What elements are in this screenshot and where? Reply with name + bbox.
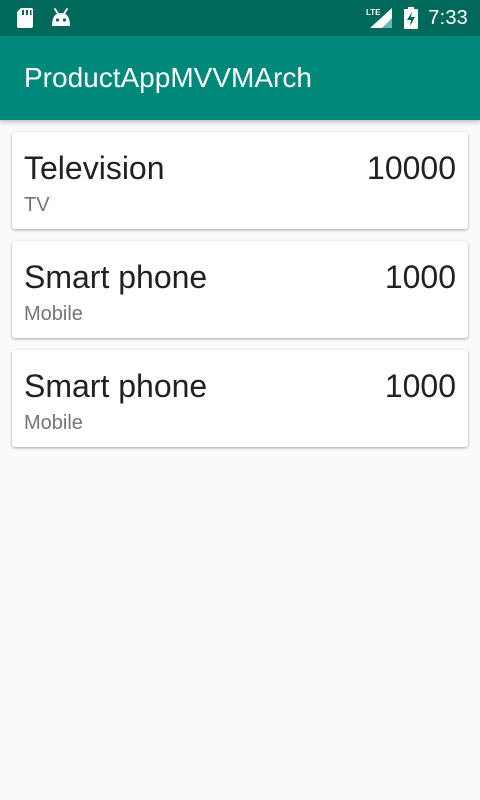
battery-charging-icon (404, 7, 419, 29)
product-price: 1000 (384, 368, 456, 404)
signal-icon: LTE (366, 7, 394, 29)
status-notifications (16, 6, 72, 30)
product-card[interactable]: Television 10000 TV (12, 132, 468, 229)
product-card[interactable]: Smart phone 1000 Mobile (12, 241, 468, 338)
android-debug-icon (50, 8, 72, 28)
product-name: Smart phone (24, 259, 208, 295)
app-bar: ProductAppMVVMArch (0, 36, 480, 120)
product-name: Smart phone (24, 368, 208, 404)
product-category: Mobile (24, 412, 83, 434)
product-list: Television 10000 TV Smart phone 1000 Mob… (12, 132, 468, 459)
product-price: 1000 (384, 259, 456, 295)
status-system-icons: LTE 7:33 (366, 6, 468, 30)
product-card[interactable]: Smart phone 1000 Mobile (12, 350, 468, 447)
network-type-label: LTE (366, 8, 381, 17)
status-bar: LTE 7:33 (0, 0, 480, 36)
product-category: TV (24, 194, 50, 216)
status-time: 7:33 (428, 7, 468, 29)
product-name: Television (24, 150, 165, 186)
app-title: ProductAppMVVMArch (24, 62, 312, 93)
product-category: Mobile (24, 303, 83, 325)
sd-card-icon (16, 7, 34, 29)
product-price: 10000 (367, 150, 456, 186)
